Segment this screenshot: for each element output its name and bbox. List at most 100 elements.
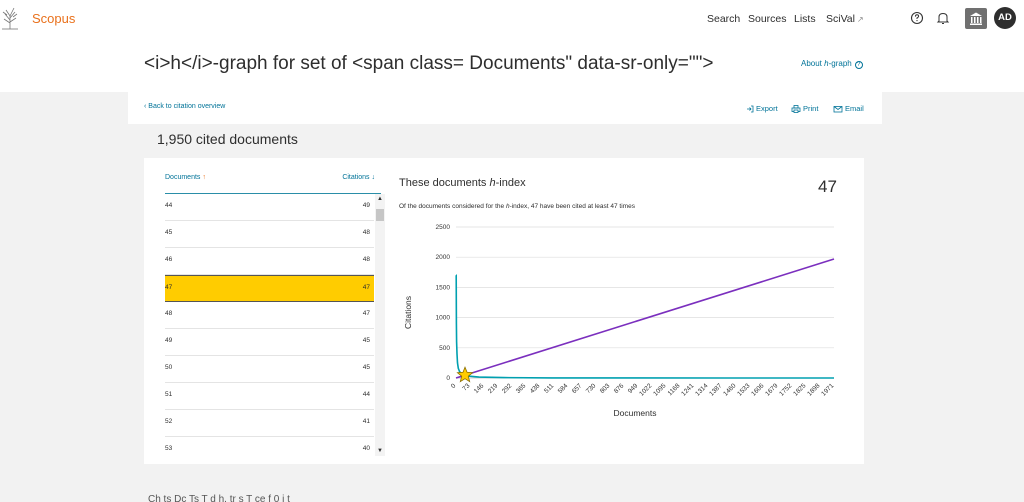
print-button[interactable]: Print — [791, 104, 818, 113]
y-tick-label: 1500 — [436, 284, 451, 291]
x-tick-label: 1971 — [820, 382, 835, 397]
x-tick-label: 657 — [571, 382, 584, 395]
x-tick-label: 584 — [557, 382, 570, 395]
nav-scival[interactable]: SciVal ↗ — [826, 13, 864, 25]
print-icon — [791, 104, 801, 113]
table-row[interactable]: 44 49 — [165, 194, 374, 221]
table-row[interactable]: 49 45 — [165, 329, 374, 356]
scroll-down-icon[interactable]: ▼ — [377, 448, 383, 454]
document-rank: 52 — [165, 418, 173, 425]
document-rank: 49 — [165, 337, 173, 344]
about-link-post: -graph — [828, 59, 852, 68]
document-rank: 50 — [165, 364, 173, 371]
x-tick-label: 219 — [487, 382, 500, 395]
y-tick-label: 2000 — [436, 254, 451, 261]
table-row[interactable]: 46 48 — [165, 248, 374, 275]
document-rank: 53 — [165, 445, 173, 452]
h-index-desc-post: -index, 47 have been cited at least 47 t… — [509, 203, 635, 210]
table-row[interactable]: 51 44 — [165, 383, 374, 410]
citation-count: 45 — [362, 364, 370, 371]
user-avatar[interactable]: AD — [994, 7, 1016, 29]
x-tick-label: 1022 — [638, 382, 653, 397]
x-tick-label: 1679 — [764, 382, 779, 397]
scroll-up-icon[interactable]: ▲ — [377, 196, 383, 202]
external-link-icon: ↗ — [856, 15, 864, 24]
elsevier-tree-logo[interactable] — [0, 4, 20, 30]
y-tick-label: 0 — [446, 375, 450, 382]
about-h-graph-link[interactable]: About h-graph? — [801, 59, 863, 69]
document-rank: 44 — [165, 202, 173, 209]
export-icon — [747, 105, 754, 112]
question-icon: ? — [854, 61, 863, 69]
h-index-description: Of the documents considered for the h-in… — [399, 203, 635, 210]
page-title: <i>h</i>-graph for set of <span class= D… — [144, 53, 714, 74]
x-tick-label: 1168 — [667, 382, 682, 397]
document-rank: 46 — [165, 256, 173, 263]
citation-count: 47 — [362, 310, 370, 317]
table-row[interactable]: 45 48 — [165, 221, 374, 248]
bell-icon[interactable] — [933, 8, 953, 28]
x-tick-label: 1095 — [652, 382, 667, 397]
scroll-thumb[interactable] — [376, 209, 384, 221]
export-label: Export — [756, 104, 778, 113]
citation-count: 45 — [362, 337, 370, 344]
document-rank: 47 — [165, 284, 173, 291]
citation-count: 40 — [362, 445, 370, 452]
h-index-star-marker — [456, 366, 474, 383]
arrow-down-icon: ↓ — [371, 174, 376, 181]
document-rank: 45 — [165, 229, 173, 236]
nav-sources[interactable]: Sources — [748, 13, 787, 25]
table-row[interactable]: 48 47 — [165, 302, 374, 329]
y-tick-label: 1000 — [436, 315, 451, 322]
help-icon[interactable] — [907, 8, 927, 28]
citation-count: 48 — [362, 229, 370, 236]
h-index-value: 47 — [818, 177, 837, 196]
x-tick-label: 365 — [515, 382, 528, 395]
x-tick-label: 730 — [585, 382, 598, 395]
nav-lists[interactable]: Lists — [794, 13, 816, 25]
scopus-brand[interactable]: Scopus — [32, 11, 75, 26]
x-tick-label: 0 — [450, 382, 458, 390]
about-link-pre: About — [801, 59, 825, 68]
document-rank: 51 — [165, 391, 173, 398]
x-axis-label: Documents — [614, 408, 657, 418]
citation-count: 49 — [362, 202, 370, 209]
sort-citations-header[interactable]: Citations ↓ — [342, 174, 375, 181]
cited-documents-count: 1,950 cited documents — [157, 131, 298, 147]
back-to-citation-overview-link[interactable]: ‹ Back to citation overview — [144, 103, 225, 110]
table-scrollbar[interactable]: ▲ ▼ — [375, 194, 385, 456]
citation-count: 44 — [362, 391, 370, 398]
h-index-title: These documents h-index — [399, 177, 526, 189]
x-tick-label: 73 — [461, 382, 471, 392]
x-tick-label: 1752 — [778, 382, 793, 397]
x-tick-label: 511 — [543, 382, 556, 395]
col-citations-label: Citations — [342, 174, 370, 181]
email-label: Email — [845, 104, 864, 113]
x-tick-label: 1314 — [694, 382, 709, 397]
citation-count: 47 — [362, 284, 370, 291]
email-icon — [833, 105, 843, 112]
table-row[interactable]: 50 45 — [165, 356, 374, 383]
col-documents-label: Documents — [165, 174, 201, 181]
documents-table-body[interactable]: 44 49 45 48 46 48 47 47 48 47 49 45 50 45 51 44 52 41 53 40 — [165, 194, 374, 456]
cut-off-footer-text: Ch ts Dc Ts T d h. tr s T ce f 0 i t — [148, 494, 290, 502]
nav-search[interactable]: Search — [707, 13, 740, 25]
top-nav-bar: Scopus Search Sources Lists SciVal ↗ AD — [0, 0, 1024, 38]
citation-count: 41 — [362, 418, 370, 425]
x-tick-label: 1460 — [722, 382, 737, 397]
x-tick-label: 876 — [613, 382, 626, 395]
sort-documents-header[interactable]: Documents ↑ — [165, 174, 206, 181]
action-toolbar: ‹ Back to citation overview Export Print… — [128, 92, 882, 124]
x-tick-label: 1241 — [680, 382, 695, 397]
export-button[interactable]: Export — [746, 104, 778, 113]
citation-count: 48 — [362, 256, 370, 263]
x-tick-label: 292 — [501, 382, 514, 395]
table-row[interactable]: 52 41 — [165, 410, 374, 437]
table-row[interactable]: 53 40 — [165, 437, 374, 456]
h-index-desc-pre: Of the documents considered for the — [399, 203, 506, 210]
institution-icon — [970, 12, 982, 25]
x-tick-label: 1533 — [736, 382, 751, 397]
email-button[interactable]: Email — [833, 104, 864, 113]
institution-button[interactable] — [965, 8, 987, 29]
table-row-highlighted[interactable]: 47 47 — [165, 275, 374, 302]
